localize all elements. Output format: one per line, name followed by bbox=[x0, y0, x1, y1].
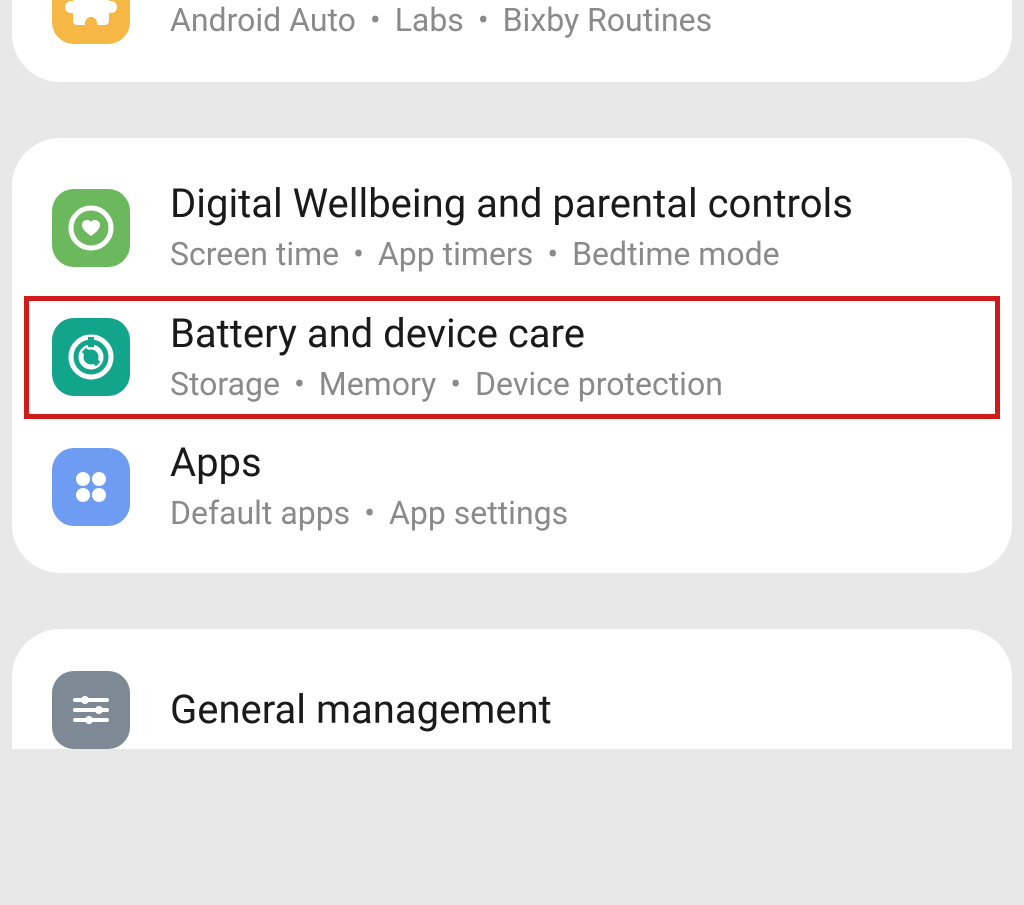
settings-item-title: Apps bbox=[170, 439, 568, 487]
settings-item-subtitle: Storage• Memory• Device protection bbox=[170, 364, 723, 406]
puzzle-icon bbox=[52, 0, 130, 44]
settings-item-text: General management bbox=[170, 686, 552, 734]
settings-item-wellbeing[interactable]: Digital Wellbeing and parental controls … bbox=[12, 166, 1012, 290]
heart-circle-icon bbox=[52, 189, 130, 267]
settings-item-text: Battery and device care Storage• Memory•… bbox=[170, 310, 723, 406]
settings-item-title: General management bbox=[170, 686, 552, 734]
sliders-icon bbox=[52, 671, 130, 749]
settings-item-title: Digital Wellbeing and parental controls bbox=[170, 180, 853, 228]
settings-item-text: Digital Wellbeing and parental controls … bbox=[170, 180, 853, 276]
settings-item-subtitle: Screen time• App timers• Bedtime mode bbox=[170, 234, 853, 276]
apps-grid-icon bbox=[52, 448, 130, 526]
settings-group-advanced: Android Auto• Labs• Bixby Routines bbox=[12, 0, 1012, 82]
settings-item-general[interactable]: General management bbox=[12, 657, 1012, 749]
device-care-icon bbox=[52, 318, 130, 396]
settings-item-text: Apps Default apps• App settings bbox=[170, 439, 568, 535]
settings-group-general: General management bbox=[12, 629, 1012, 749]
settings-item-advanced[interactable]: Android Auto• Labs• Bixby Routines bbox=[12, 0, 1012, 58]
settings-item-text: Android Auto• Labs• Bixby Routines bbox=[170, 0, 712, 42]
settings-item-title: Battery and device care bbox=[170, 310, 723, 358]
settings-item-subtitle: Default apps• App settings bbox=[170, 493, 568, 535]
settings-item-subtitle: Android Auto• Labs• Bixby Routines bbox=[170, 0, 712, 42]
settings-group-device: Digital Wellbeing and parental controls … bbox=[12, 138, 1012, 573]
settings-item-apps[interactable]: Apps Default apps• App settings bbox=[12, 425, 1012, 549]
settings-item-battery[interactable]: Battery and device care Storage• Memory•… bbox=[24, 296, 1000, 420]
